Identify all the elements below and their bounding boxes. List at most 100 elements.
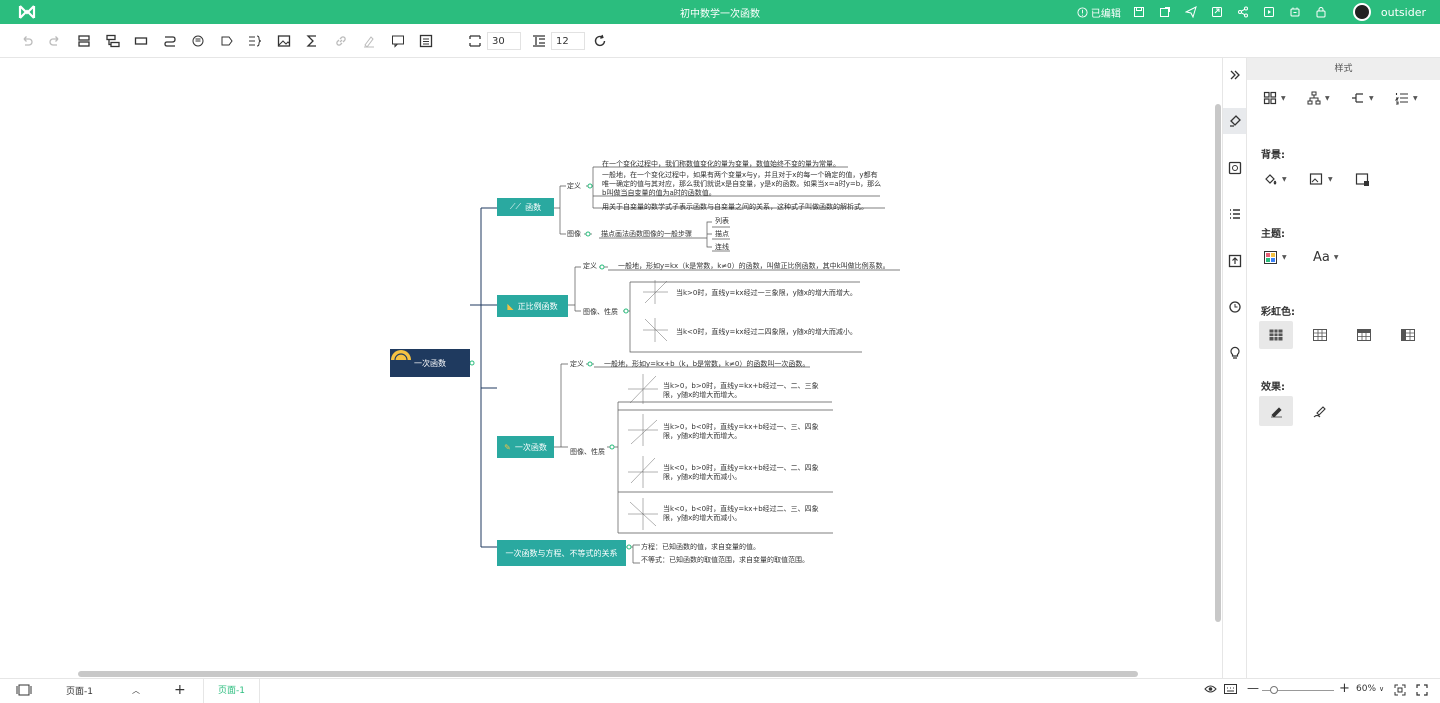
app-logo-icon[interactable] [18,4,36,20]
table-style-icon [1401,329,1415,341]
topic-linear-function[interactable]: ✎ 一次函数 [497,436,554,458]
step-connect[interactable]: 连线 [715,243,729,252]
collapse-panel-icon[interactable] [1227,67,1243,83]
topic-function[interactable]: ⟋⟋ 函数 [497,198,554,216]
topic-equation-inequality[interactable]: 一次函数与方程、不等式的关系 [497,540,626,566]
tag-definition[interactable]: 定义 [570,360,584,369]
zoom-in-button[interactable]: + [1339,681,1350,696]
insert-floating-topic-icon[interactable] [133,33,149,49]
redo-icon[interactable] [47,33,63,49]
topic-direct-proportion[interactable]: ◣ 正比例函数 [497,295,568,317]
add-page-button[interactable]: + [174,682,186,698]
graph-steps-title[interactable]: 描点画法函数图像的一般步骤 [601,230,692,239]
fullscreen-icon[interactable] [1416,684,1428,696]
summary-icon[interactable] [247,33,263,49]
zoom-slider-handle[interactable] [1270,686,1278,694]
root-topic[interactable]: 一次函数 [390,349,470,377]
tag-graph-property[interactable]: 图像、性质 [583,308,618,317]
outline-view-icon[interactable] [418,33,434,49]
lock-icon[interactable] [1313,4,1329,20]
relation-line-icon[interactable] [162,33,178,49]
lightbulb-icon[interactable] [1227,345,1243,361]
background-label: 背景: [1261,150,1285,161]
present-icon[interactable] [1261,4,1277,20]
step-list[interactable]: 列表 [715,217,729,226]
share-icon[interactable] [1235,4,1251,20]
equation-relation[interactable]: 方程：已知函数的值，求自变量的值。 [641,543,760,552]
rainbow-option-1[interactable] [1259,321,1293,349]
link-icon[interactable] [333,33,349,49]
label-icon[interactable] [219,33,235,49]
insert-topic-icon[interactable] [76,33,92,49]
rainbow-option-3[interactable] [1347,321,1381,349]
step-plot[interactable]: 描点 [715,230,729,239]
background-image-dropdown[interactable]: ▼ [1309,172,1345,187]
insert-subtopic-icon[interactable] [105,33,121,49]
tag-definition[interactable]: 定义 [583,262,597,271]
style-tab-icon[interactable] [1223,108,1247,134]
rainbow-option-4[interactable] [1391,321,1425,349]
linear-function-prop-4[interactable]: 当k<0，b<0时，直线y=kx+b经过二、三、四象限，y随x的增大而减小。 [663,505,828,523]
page-select[interactable]: 页面-1 ︿ [66,684,140,697]
linear-function-def[interactable]: 一般地，形如y=kx+b（k，b是常数，k≠0）的函数叫一次函数。 [604,360,809,369]
tag-graph[interactable]: 图像 [567,230,581,239]
numbering-dropdown[interactable]: ▼ [1395,91,1431,105]
connector-dropdown[interactable]: ▼ [1351,91,1387,105]
save-icon[interactable] [1131,4,1147,20]
function-def-2[interactable]: 一般地，在一个变化过程中，如果有两个变量x与y，并且对于x的每一个确定的值，y都… [602,171,884,198]
linear-function-prop-2[interactable]: 当k>0，b<0时，直线y=kx+b经过一、三、四象限，y随x的增大而增大。 [663,423,828,441]
topic-spacing-input[interactable] [487,32,521,50]
comment-icon[interactable] [190,33,206,49]
direct-proportion-prop-2[interactable]: 当k<0时，直线y=kx经过二四象限，y随x的增大而减小。 [676,328,857,337]
linear-function-prop-3[interactable]: 当k<0，b>0时，直线y=kx+b经过一、二、四象限，y随x的增大而减小。 [663,464,828,482]
page-view-icon[interactable] [16,684,32,696]
table-style-icon [1313,329,1327,341]
direct-proportion-def[interactable]: 一般地，形如y=kx（k是常数，k≠0）的函数，叫做正比例函数，其中k叫做比例系… [618,262,890,271]
rainbow-option-2[interactable] [1303,321,1337,349]
outline-list-icon[interactable] [1227,206,1243,222]
undo-icon[interactable] [19,33,35,49]
zoom-out-button[interactable]: — [1247,681,1259,695]
horizontal-scrollbar[interactable] [78,671,1138,677]
zoom-select[interactable]: 60% ∨ [1356,684,1384,694]
tag-graph-property[interactable]: 图像、性质 [570,448,605,457]
mindmap-canvas[interactable]: 一次函数 ⟋⟋ 函数 定义 在一个变化过程中，我们称数值变化的量为变量，数值始终… [0,58,1222,678]
fit-screen-icon[interactable] [1394,684,1406,696]
theme-color-dropdown[interactable]: ▼ [1263,250,1299,265]
keyboard-icon[interactable] [1224,684,1237,694]
send-icon[interactable] [1183,4,1199,20]
structure-dropdown[interactable]: ▼ [1263,91,1299,105]
background-image-remove[interactable] [1355,172,1391,187]
line-spacing-input[interactable] [551,32,585,50]
tag-definition[interactable]: 定义 [567,182,581,191]
image-icon[interactable] [276,33,292,49]
background-color-dropdown[interactable]: ▼ [1263,172,1299,187]
username[interactable]: outsider [1381,6,1426,19]
effect-option-handdrawn[interactable] [1303,396,1337,426]
user-avatar[interactable] [1352,3,1371,21]
function-def-3[interactable]: 用关于自变量的数学式子表示函数与自变量之间的关系，这种式子叫做函数的解析式。 [602,203,868,212]
page-tab-active[interactable]: 页面-1 [203,679,260,703]
font-dropdown[interactable]: Aa ▼ [1313,250,1349,265]
save-status-text: 已编辑 [1090,8,1121,20]
function-def-1[interactable]: 在一个变化过程中，我们称数值变化的量为变量，数值始终不变的量为常量。 [602,160,840,169]
save-as-icon[interactable] [1157,4,1173,20]
note-icon[interactable] [390,33,406,49]
linear-function-prop-1[interactable]: 当k>0，b>0时，直线y=kx+b经过一、二、三象限，y随x的增大而增大。 [663,382,828,400]
inequality-relation[interactable]: 不等式：已知函数的取值范围，求自变量的取值范围。 [641,556,809,565]
format-painter-icon[interactable] [361,33,377,49]
eye-icon[interactable] [1204,684,1217,694]
export-icon[interactable] [1209,4,1225,20]
history-icon[interactable] [1227,299,1243,315]
image-remove-icon [1355,173,1369,186]
formula-icon[interactable] [304,33,320,49]
rainbow-label: 彩虹色: [1261,307,1295,318]
direct-proportion-prop-1[interactable]: 当k>0时，直线y=kx经过一三象限，y随x的增大而增大。 [676,289,857,298]
effect-option-flat[interactable] [1259,396,1293,426]
refresh-icon[interactable] [592,33,608,49]
plugin-icon[interactable] [1287,4,1303,20]
layout-dropdown[interactable]: ▼ [1307,91,1343,105]
icon-library-icon[interactable] [1227,160,1243,176]
upload-icon[interactable] [1227,253,1243,269]
vertical-scrollbar[interactable] [1215,104,1221,622]
